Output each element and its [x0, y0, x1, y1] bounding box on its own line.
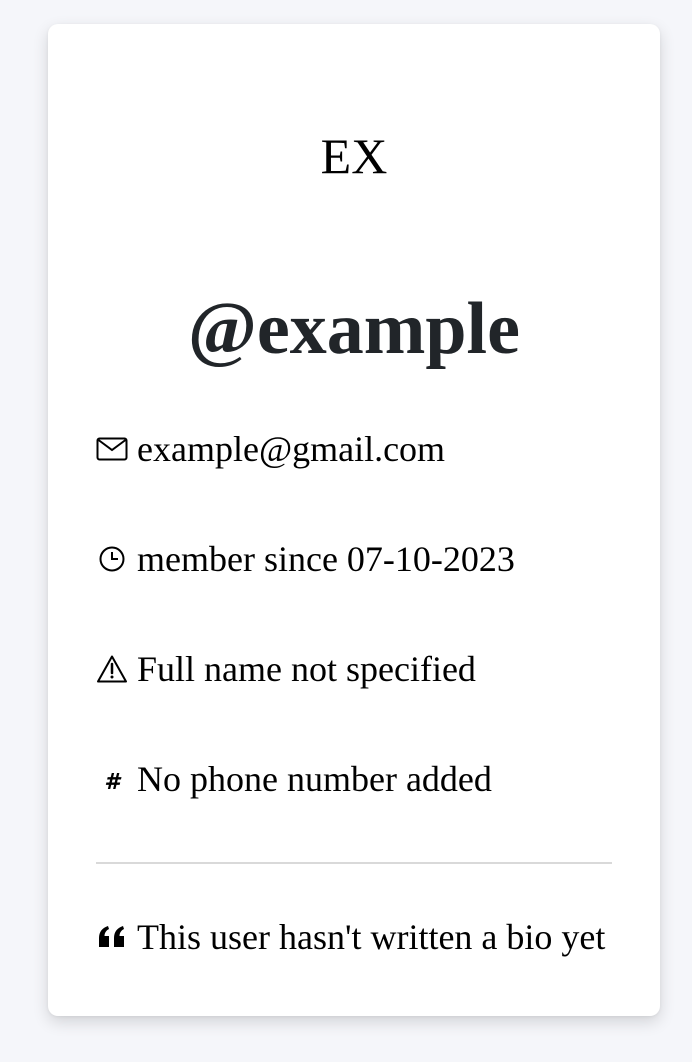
full-name-row: Full name not specified: [96, 649, 476, 689]
profile-card: EX @example example@gmail.com member sin…: [48, 24, 660, 1016]
full-name-text: Full name not specified: [137, 649, 476, 689]
quote-icon: [96, 921, 128, 953]
bio-row: This user hasn't written a bio yet: [96, 917, 605, 957]
phone-text: No phone number added: [137, 759, 492, 799]
envelope-icon: [96, 433, 128, 465]
phone-row: # No phone number added: [96, 759, 492, 799]
hash-icon: #: [104, 770, 120, 795]
divider: [96, 862, 612, 864]
member-since-row: member since 07-10-2023: [96, 539, 515, 579]
member-since-text: member since 07-10-2023: [137, 539, 515, 579]
warning-triangle-icon: [96, 653, 128, 685]
bio-text: This user hasn't written a bio yet: [137, 917, 606, 957]
clock-icon: [96, 543, 128, 575]
profile-username: @example: [188, 288, 520, 370]
avatar-initials: EX: [320, 128, 388, 184]
email-row: example@gmail.com: [96, 429, 445, 469]
email-text: example@gmail.com: [137, 429, 446, 469]
